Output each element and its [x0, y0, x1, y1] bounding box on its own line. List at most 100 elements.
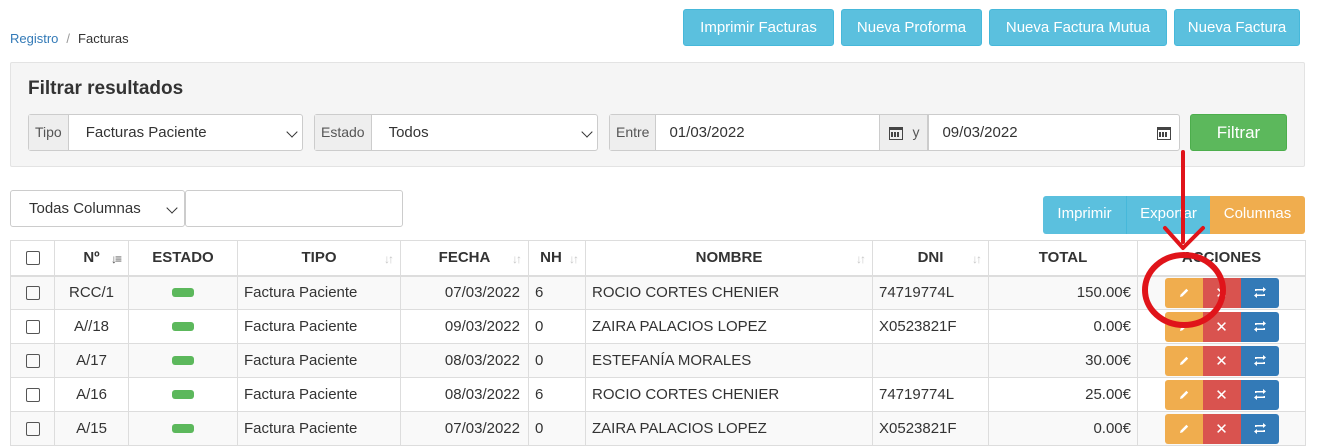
status-badge: [172, 424, 194, 433]
table-row[interactable]: A//18 Factura Paciente 09/03/2022 0 ZAIRA PA…: [10, 309, 1306, 344]
cell-estado: [128, 377, 238, 412]
cell-fecha: 07/03/2022: [400, 411, 529, 446]
header-num[interactable]: Nº ↓≡: [54, 240, 129, 277]
arrows-swap-icon: [1253, 423, 1266, 434]
row-select-cell[interactable]: [10, 309, 55, 344]
calendar-icon[interactable]: [1157, 127, 1171, 140]
date-to-value: 09/03/2022: [942, 124, 1018, 141]
transfer-button[interactable]: [1240, 413, 1279, 444]
cell-nombre: ZAIRA PALACIOS LOPEZ: [585, 411, 873, 446]
row-checkbox[interactable]: [25, 388, 40, 403]
y-label: y: [880, 115, 929, 150]
table-row[interactable]: RCC/1 Factura Paciente 07/03/2022 6 ROCIO CO…: [10, 275, 1306, 310]
chevron-down-icon: [286, 126, 298, 138]
filter-title: Filtrar resultados: [28, 78, 184, 99]
breadcrumb: Registro / Facturas: [10, 31, 129, 46]
cell-tipo: Factura Paciente: [237, 309, 401, 344]
entre-label: Entre: [610, 115, 657, 150]
imprimir-facturas-button[interactable]: Imprimir Facturas: [683, 9, 834, 46]
pencil-icon: [1179, 424, 1188, 433]
date-from-input[interactable]: 01/03/2022: [656, 115, 904, 150]
cell-nh: 0: [528, 343, 586, 378]
cell-num: A/15: [54, 411, 129, 446]
date-range-group: Entre 01/03/2022 y 09/03/2022: [609, 114, 1180, 151]
estado-value: Todos: [388, 124, 429, 141]
cell-estado: [128, 309, 238, 344]
row-checkbox[interactable]: [25, 422, 40, 437]
pencil-icon: [1179, 390, 1188, 399]
cell-fecha: 08/03/2022: [400, 343, 529, 378]
calendar-icon[interactable]: [889, 127, 904, 140]
edit-button[interactable]: [1164, 379, 1203, 410]
nueva-proforma-button[interactable]: Nueva Proforma: [841, 9, 982, 46]
cell-dni: X0523821F: [872, 309, 989, 344]
row-checkbox[interactable]: [25, 320, 40, 335]
row-select-cell[interactable]: [10, 411, 55, 446]
close-icon: ✕: [1215, 386, 1228, 404]
cell-total: 0.00€: [988, 411, 1138, 446]
sort-icon: ↓↑: [512, 252, 522, 266]
header-tipo[interactable]: TIPO ↓↑: [237, 240, 401, 277]
cell-total: 30.00€: [988, 343, 1138, 378]
edit-button[interactable]: [1164, 413, 1203, 444]
arrows-swap-icon: [1253, 287, 1266, 299]
cell-total: 0.00€: [988, 309, 1138, 344]
header-fecha[interactable]: FECHA ↓↑: [400, 240, 529, 277]
row-select-cell[interactable]: [10, 275, 55, 310]
cell-num: RCC/1: [54, 275, 129, 310]
date-to-input[interactable]: 09/03/2022: [928, 115, 1179, 150]
sort-icon: ↓↑: [972, 252, 982, 266]
columns-select-value: Todas Columnas: [29, 200, 141, 217]
table-search-input[interactable]: [185, 190, 403, 227]
row-select-cell[interactable]: [10, 377, 55, 412]
delete-button[interactable]: ✕: [1202, 379, 1241, 410]
header-total[interactable]: TOTAL: [988, 240, 1138, 277]
nueva-factura-mutua-button[interactable]: Nueva Factura Mutua: [989, 9, 1167, 46]
cell-num: A/17: [54, 343, 129, 378]
header-nombre[interactable]: NOMBRE ↓↑: [585, 240, 873, 277]
select-all-header[interactable]: [10, 240, 55, 277]
status-badge: [172, 288, 194, 298]
sort-icon: ↓↑: [569, 252, 579, 266]
tipo-label: Tipo: [29, 115, 69, 150]
row-select-cell[interactable]: [10, 343, 55, 378]
breadcrumb-current: Facturas: [78, 31, 129, 46]
estado-select[interactable]: Estado Todos: [314, 114, 598, 151]
cell-total: 150.00€: [988, 275, 1138, 310]
imprimir-button[interactable]: Imprimir: [1043, 196, 1126, 234]
row-checkbox[interactable]: [25, 286, 40, 301]
annotation-arrow-icon: [1163, 150, 1205, 250]
table-row[interactable]: A/16 Factura Paciente 08/03/2022 6 ROCIO COR…: [10, 377, 1306, 412]
table-row[interactable]: A/17 Factura Paciente 08/03/2022 0 ESTEFANÍA…: [10, 343, 1306, 378]
table-row[interactable]: A/15 Factura Paciente 07/03/2022 0 ZAIRA PAL…: [10, 411, 1306, 446]
chevron-down-icon: [581, 126, 593, 138]
transfer-button[interactable]: [1240, 379, 1279, 410]
header-nh[interactable]: NH ↓↑: [528, 240, 586, 277]
arrows-swap-icon: [1253, 355, 1266, 366]
annotation-arrow-circle: [1142, 150, 1226, 328]
cell-fecha: 07/03/2022: [400, 275, 529, 310]
transfer-button[interactable]: [1240, 311, 1279, 342]
transfer-button[interactable]: [1240, 345, 1279, 376]
row-checkbox[interactable]: [25, 354, 40, 369]
delete-button[interactable]: ✕: [1202, 413, 1241, 444]
header-dni[interactable]: DNI ↓↑: [872, 240, 989, 277]
delete-button[interactable]: ✕: [1202, 345, 1241, 376]
cell-dni: 74719774L: [872, 275, 989, 310]
annotation-circle-icon: [1142, 252, 1226, 328]
cell-nh: 0: [528, 411, 586, 446]
breadcrumb-registro-link[interactable]: Registro: [10, 31, 58, 46]
select-all-checkbox[interactable]: [25, 251, 40, 266]
transfer-button[interactable]: [1240, 277, 1279, 308]
cell-nh: 6: [528, 377, 586, 412]
columns-select[interactable]: Todas Columnas: [10, 190, 185, 227]
tipo-select[interactable]: Tipo Facturas Paciente: [28, 114, 303, 151]
nueva-factura-button[interactable]: Nueva Factura: [1174, 9, 1300, 46]
cell-acciones: ✕: [1137, 343, 1306, 378]
filtrar-button[interactable]: Filtrar: [1190, 114, 1287, 151]
edit-button[interactable]: [1164, 345, 1203, 376]
cell-nh: 0: [528, 309, 586, 344]
header-estado[interactable]: ESTADO: [128, 240, 238, 277]
cell-fecha: 09/03/2022: [400, 309, 529, 344]
cell-nombre: ROCIO CORTES CHENIER: [585, 275, 873, 310]
